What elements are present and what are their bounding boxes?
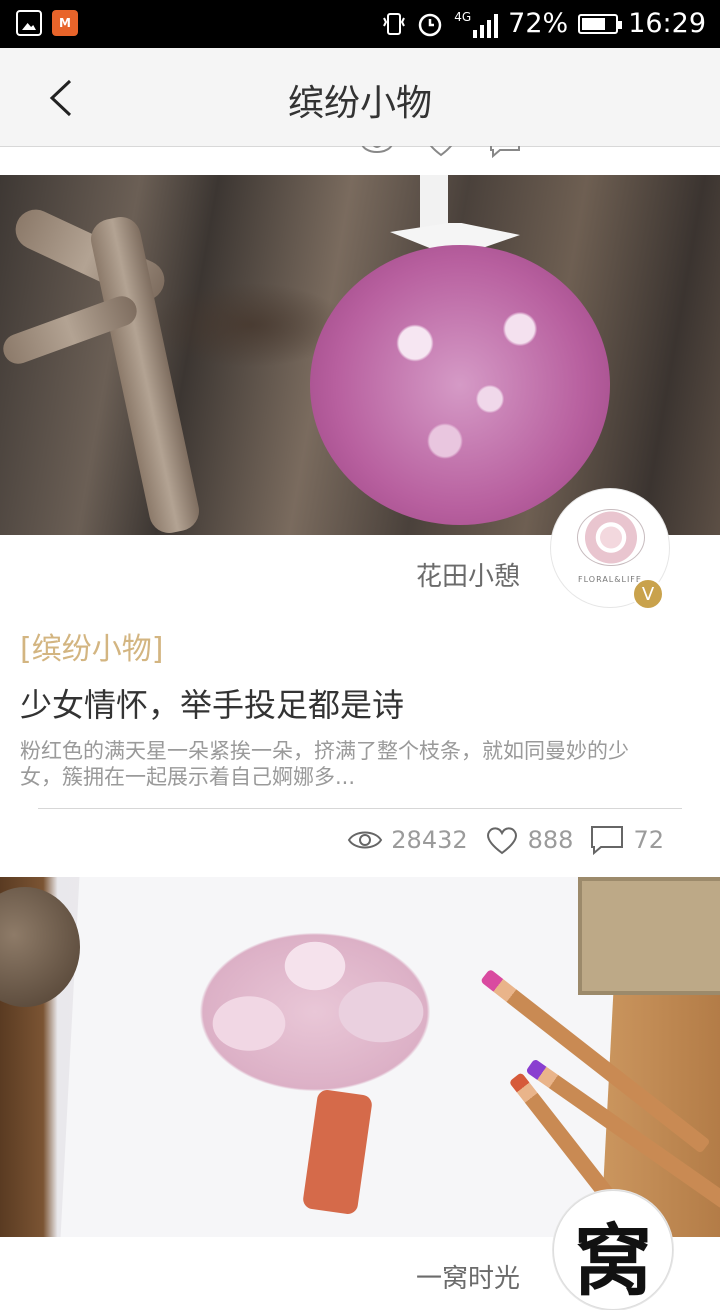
article-title[interactable]: 少女情怀，举手投足都是诗: [20, 680, 404, 726]
notification-icons: M: [16, 10, 78, 36]
views-count: 28432: [391, 826, 468, 854]
author-avatar[interactable]: 窝: [553, 1190, 673, 1310]
clock: 16:29: [628, 8, 706, 39]
ribbon-bow: [390, 175, 520, 255]
heart-icon: [429, 146, 453, 157]
likes-count: 888: [527, 826, 574, 854]
comment-icon: [591, 826, 624, 856]
author-name[interactable]: 一窝时光: [416, 1258, 520, 1295]
title-bar: 缤纷小物: [0, 48, 720, 147]
comments-stat[interactable]: 72: [589, 824, 664, 856]
tray-photo: [578, 877, 720, 995]
previous-card-stats: [360, 146, 720, 176]
signal-icon: [473, 13, 499, 38]
article-summary[interactable]: 粉红色的满天星一朵紧挨一朵，挤满了整个枝条，就如同曼妙的少女，簇拥在一起展示着自…: [20, 738, 640, 790]
gallery-icon: [16, 10, 42, 36]
divider: [38, 808, 682, 809]
article-cover-image[interactable]: [0, 877, 720, 1237]
system-status: 4G 72% 16:29: [382, 8, 706, 39]
eye-icon: [348, 831, 383, 849]
status-bar: M 4G 72% 16:29: [0, 0, 720, 48]
flower-logo-icon: [577, 509, 645, 566]
battery-icon: [578, 13, 623, 34]
verified-badge: V: [632, 578, 664, 610]
comment-icon: [490, 146, 520, 158]
eye-icon: [361, 146, 393, 153]
article-stats: 28432 888 72: [347, 824, 664, 856]
app-icon: M: [52, 10, 78, 36]
battery-percent: 72%: [508, 8, 569, 39]
vibrate-icon: [383, 12, 406, 35]
flower-ball-photo: [310, 245, 610, 525]
author-name[interactable]: 花田小憩: [416, 556, 520, 593]
succulent-drawing: [150, 897, 480, 1127]
avatar-logo: 窝: [573, 1216, 652, 1307]
pinecone-photo: [0, 887, 80, 1007]
heart-icon: [486, 827, 517, 855]
comments-count: 72: [633, 826, 664, 854]
network-type: 4G: [454, 9, 472, 24]
likes-stat[interactable]: 888: [484, 824, 574, 856]
page-title: 缤纷小物: [287, 83, 432, 124]
alarm-icon: [418, 13, 442, 36]
views-stat: 28432: [347, 826, 468, 854]
article-category[interactable]: [缤纷小物]: [20, 624, 163, 668]
